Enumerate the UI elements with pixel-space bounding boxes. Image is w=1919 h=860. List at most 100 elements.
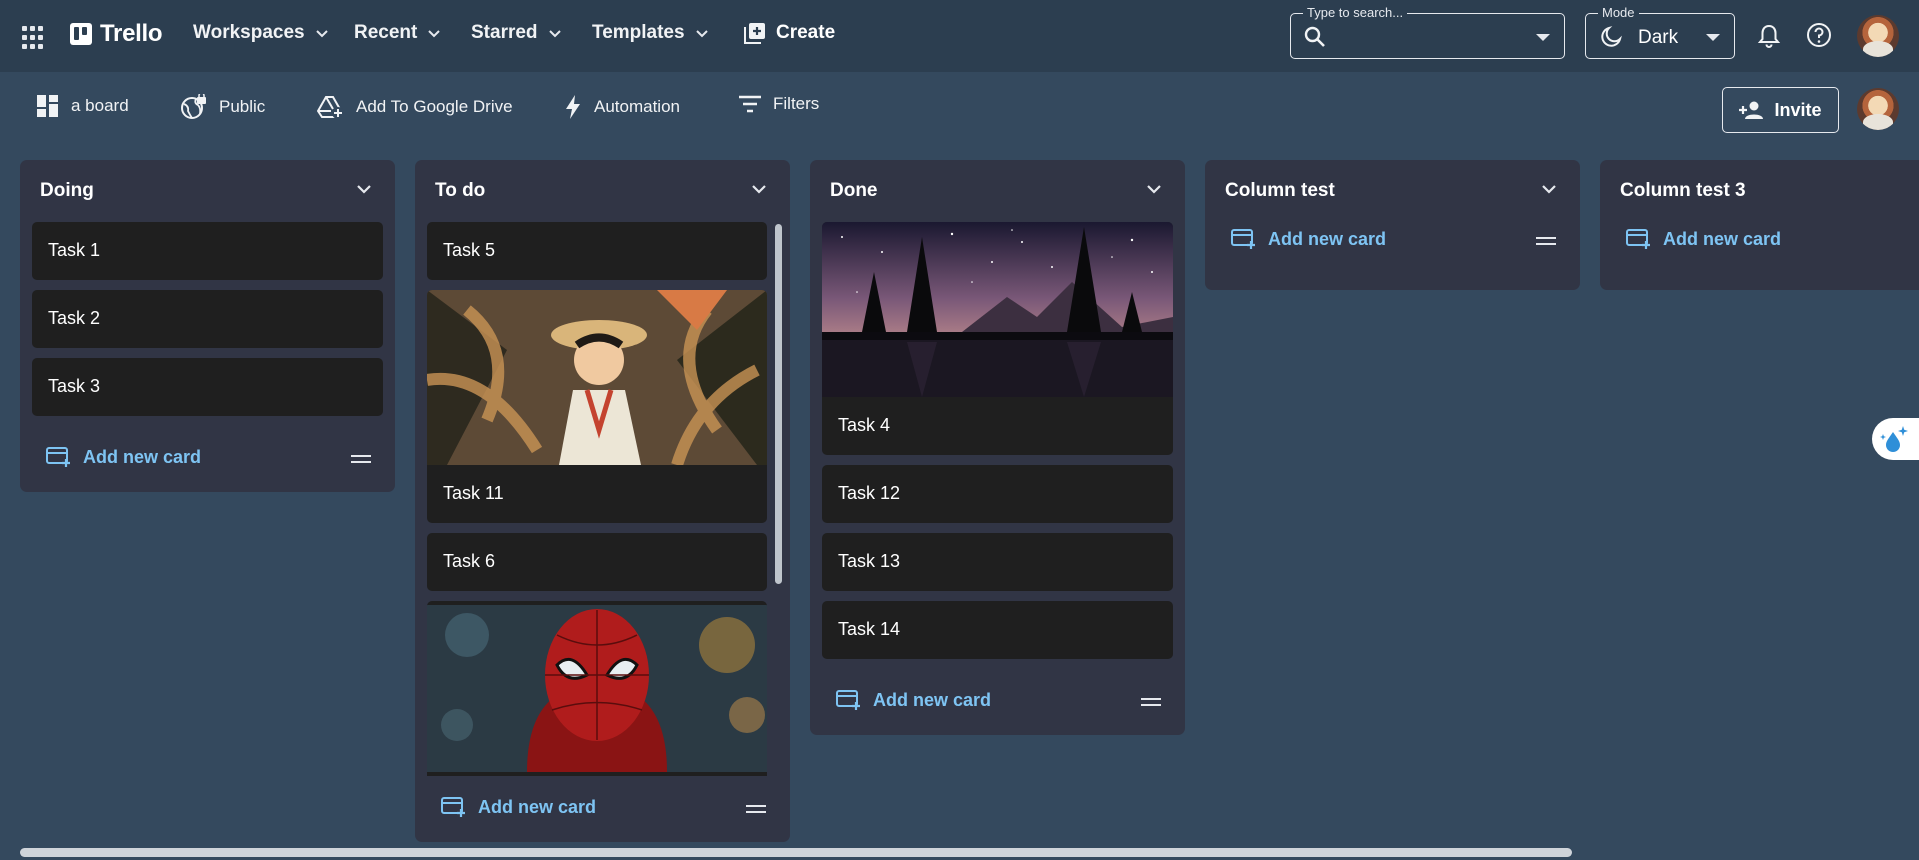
automation-label: Automation [594,97,680,116]
sparkle-drop-icon [1880,426,1908,452]
board-member-avatar[interactable] [1857,88,1899,130]
column-to-do: To do Task 5 Task 11 Task 6 Add new card [415,160,790,842]
add-card-icon [441,797,465,817]
trello-logo[interactable]: Trello [70,20,163,48]
add-card-icon [1231,229,1255,249]
add-card-button[interactable]: Add new card [1231,228,1386,250]
invite-label: Invite [1774,99,1822,120]
search-field[interactable]: Type to search... [1290,5,1565,59]
chevron-down-icon [695,30,708,38]
column-title: Doing [40,180,94,201]
chevron-down-icon[interactable] [355,180,373,198]
user-avatar[interactable] [1857,15,1899,57]
card[interactable]: Task 6 [427,533,767,591]
automation-button[interactable]: Automation [563,94,680,120]
card[interactable]: Task 1 [32,222,383,280]
dashboard-icon [37,95,58,117]
card[interactable]: Task 5 [427,222,767,280]
column-vertical-scrollbar[interactable] [775,224,782,584]
card-title: Task 14 [838,619,901,639]
mode-select[interactable]: Mode Dark [1585,5,1735,59]
column-footer: Add new card [810,669,1185,735]
create-label: Create [776,22,836,43]
help-icon[interactable] [1806,22,1832,48]
menu-starred[interactable]: Starred [471,22,562,44]
menu-templates[interactable]: Templates [592,22,709,44]
bolt-icon [566,95,580,119]
column-footer: Add new card [415,776,790,842]
add-card-button[interactable]: Add new card [1626,228,1781,250]
add-card-label: Add new card [1663,228,1782,249]
search-icon [1304,26,1325,47]
column-title: To do [435,180,486,201]
column-doing: Doing Task 1 Task 2 Task 3 Add new card [20,160,395,492]
menu-starred-label: Starred [471,22,538,43]
add-card-button[interactable]: Add new card [46,446,201,468]
create-button[interactable]: Create [744,22,835,44]
add-card-button[interactable]: Add new card [836,689,991,711]
chevron-down-icon [315,30,328,38]
menu-workspaces-label: Workspaces [193,22,305,43]
card[interactable]: Task 4 [822,222,1173,455]
filters-label: Filters [773,94,820,113]
card[interactable]: Task 13 [822,533,1173,591]
library-add-icon [744,23,765,44]
card[interactable]: Task 3 [32,358,383,416]
visibility-button[interactable]: Public [180,94,265,120]
card[interactable]: Task 2 [32,290,383,348]
add-card-label: Add new card [83,446,202,467]
notifications-bell-icon[interactable] [1757,23,1781,49]
column-header: Doing [20,160,395,222]
filters-button[interactable]: Filters [738,94,819,114]
card[interactable]: Task 14 [822,601,1173,659]
chevron-down-icon[interactable] [750,180,768,198]
board-horizontal-scrollbar[interactable] [20,848,1572,857]
card[interactable]: Task 12 [822,465,1173,523]
drag-handle-icon[interactable] [1141,698,1161,706]
column-header: Done [810,160,1185,222]
search-legend: Type to search... [1303,5,1408,20]
add-card-label: Add new card [873,689,992,710]
chevron-down-icon [548,30,561,38]
add-card-icon [1626,229,1650,249]
search-dropdown-icon[interactable] [1536,34,1550,41]
chevron-down-icon[interactable] [1145,180,1163,198]
column-column-test: Column test Add new card [1205,160,1580,290]
card-title: Task 11 [443,483,504,503]
mode-value: Dark [1638,27,1679,48]
card-title: Task 6 [443,551,496,571]
add-card-icon [836,690,860,710]
mode-dropdown-icon [1706,34,1720,41]
card-title: Task 4 [838,415,891,435]
board-name-button[interactable]: a board [36,94,129,118]
menu-workspaces[interactable]: Workspaces [193,22,329,44]
column-header: To do [415,160,790,222]
chevron-down-icon[interactable] [1540,180,1558,198]
board-bar: a board Public Add To Google Drive Autom… [0,72,1919,147]
drag-handle-icon[interactable] [746,805,766,813]
add-card-button[interactable]: Add new card [441,796,596,818]
card-title: Task 5 [443,240,496,260]
invite-button[interactable]: Invite [1722,87,1839,133]
filter-list-icon [739,95,761,113]
public-lock-icon [181,94,206,119]
card[interactable] [427,601,767,776]
trello-mark-icon [70,23,92,45]
card-title: Task 13 [838,551,901,571]
column-title: Done [830,180,878,201]
card[interactable]: Task 11 [427,290,767,523]
drag-handle-icon[interactable] [1536,237,1556,245]
board-name: a board [71,96,129,115]
assistant-floating-button[interactable] [1872,418,1919,460]
apps-grid-icon[interactable] [22,26,46,50]
card-title: Task 12 [838,483,901,503]
drag-handle-icon[interactable] [351,455,371,463]
menu-recent[interactable]: Recent [354,22,441,44]
add-google-drive-button[interactable]: Add To Google Drive [317,94,513,120]
menu-recent-label: Recent [354,22,418,43]
column-column-test-3: Column test 3 Add new card [1600,160,1919,290]
chevron-down-icon [428,30,441,38]
column-done: Done Task 4 Task 12 Task 13 Task 14 Add … [810,160,1185,735]
column-footer: Add new card [1205,218,1580,290]
add-card-label: Add new card [478,796,597,817]
